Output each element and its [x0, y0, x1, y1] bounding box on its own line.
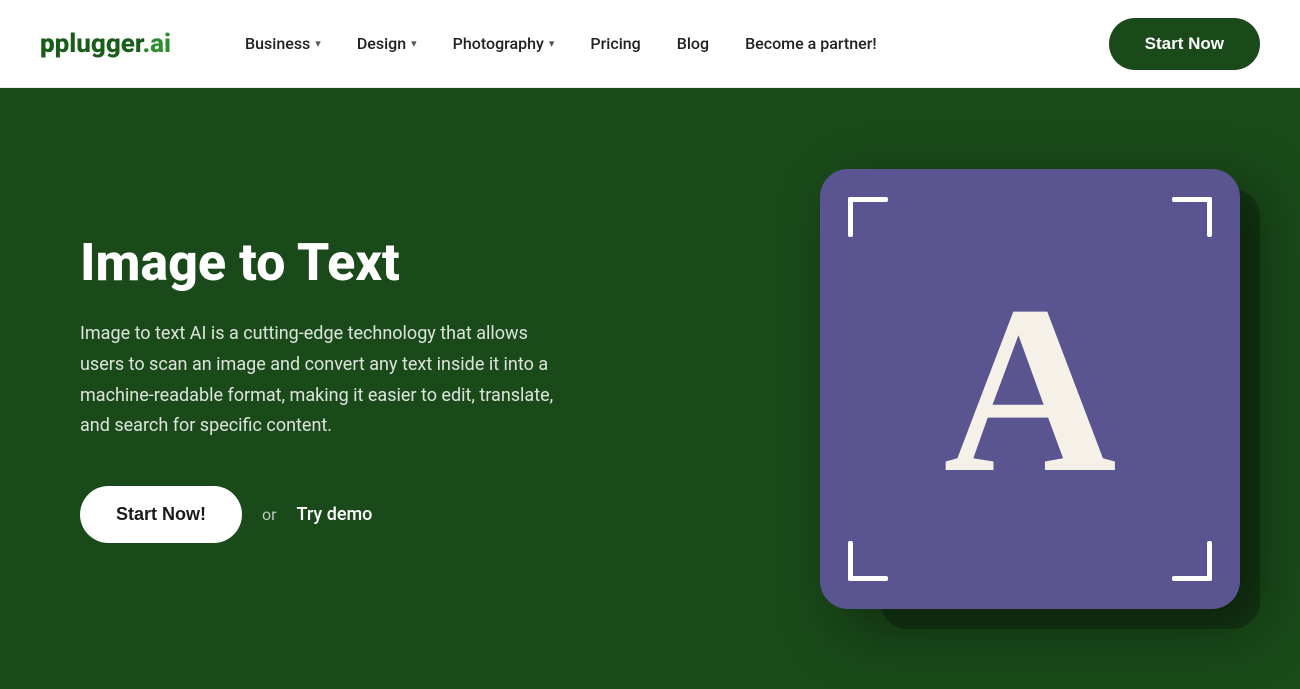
nav-item-become-partner[interactable]: Become a partner! [731, 26, 891, 61]
hero-card: A [820, 169, 1240, 609]
corner-bottom-left-icon [848, 533, 896, 581]
hero-image-wrapper: A [820, 169, 1240, 609]
hero-section: Image to Text Image to text AI is a cutt… [0, 88, 1300, 689]
nav-item-business[interactable]: Business ▾ [231, 26, 335, 61]
corner-top-right-icon [1164, 197, 1212, 245]
logo[interactable]: pplugger.ai [40, 29, 171, 59]
hero-description: Image to text AI is a cutting-edge techn… [80, 319, 560, 441]
nav-item-photography[interactable]: Photography ▾ [439, 26, 569, 61]
hero-actions: Start Now! or Try demo [80, 486, 620, 543]
chevron-down-icon: ▾ [549, 37, 555, 50]
hero-start-now-button[interactable]: Start Now! [80, 486, 242, 543]
hero-letter: A [943, 269, 1116, 509]
corner-top-left-icon [848, 197, 896, 245]
nav-item-design[interactable]: Design ▾ [343, 26, 431, 61]
main-nav: Business ▾ Design ▾ Photography ▾ Pricin… [231, 26, 1109, 61]
hero-try-demo-link[interactable]: Try demo [297, 504, 373, 525]
hero-title: Image to Text [80, 234, 620, 291]
start-now-button[interactable]: Start Now [1109, 18, 1260, 70]
nav-item-blog[interactable]: Blog [663, 26, 723, 61]
chevron-down-icon: ▾ [315, 37, 321, 50]
hero-content: Image to Text Image to text AI is a cutt… [80, 234, 620, 543]
header: pplugger.ai Business ▾ Design ▾ Photogra… [0, 0, 1300, 88]
corner-bottom-right-icon [1164, 533, 1212, 581]
nav-item-pricing[interactable]: Pricing [576, 26, 654, 61]
hero-or-label: or [262, 505, 277, 524]
chevron-down-icon: ▾ [411, 37, 417, 50]
logo-text: pplugger.ai [40, 29, 171, 59]
